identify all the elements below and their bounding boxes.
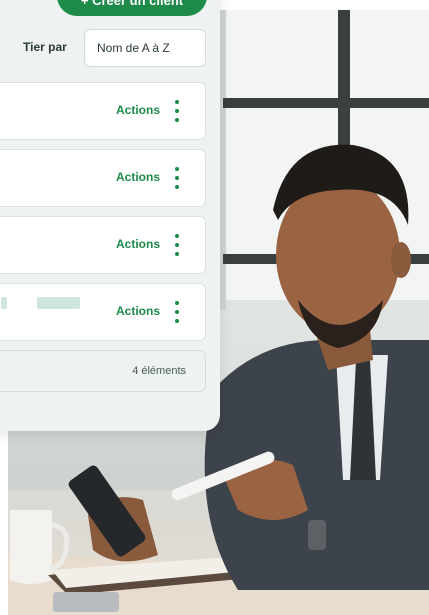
list-footer: 4 éléments: [0, 350, 206, 392]
sort-label: Tier par: [23, 40, 67, 54]
kebab-menu-icon[interactable]: [174, 234, 180, 256]
kebab-menu-icon[interactable]: [174, 100, 180, 122]
client-row[interactable]: Actions: [0, 149, 206, 207]
skeleton-bar: [37, 297, 80, 309]
skeleton-bar: [1, 297, 7, 309]
create-client-button[interactable]: + Créer un client: [57, 0, 207, 16]
row-actions-button[interactable]: Actions: [116, 304, 160, 318]
client-row[interactable]: Actions: [0, 82, 206, 140]
row-actions-button[interactable]: Actions: [116, 237, 160, 251]
client-row[interactable]: Actions: [0, 283, 206, 341]
kebab-menu-icon[interactable]: [174, 301, 180, 323]
kebab-menu-icon[interactable]: [174, 167, 180, 189]
row-actions-button[interactable]: Actions: [116, 103, 160, 117]
sort-select[interactable]: Nom de A à Z: [84, 29, 206, 67]
row-actions-button[interactable]: Actions: [116, 170, 160, 184]
client-row[interactable]: Actions: [0, 216, 206, 274]
item-count: 4 éléments: [132, 365, 186, 377]
